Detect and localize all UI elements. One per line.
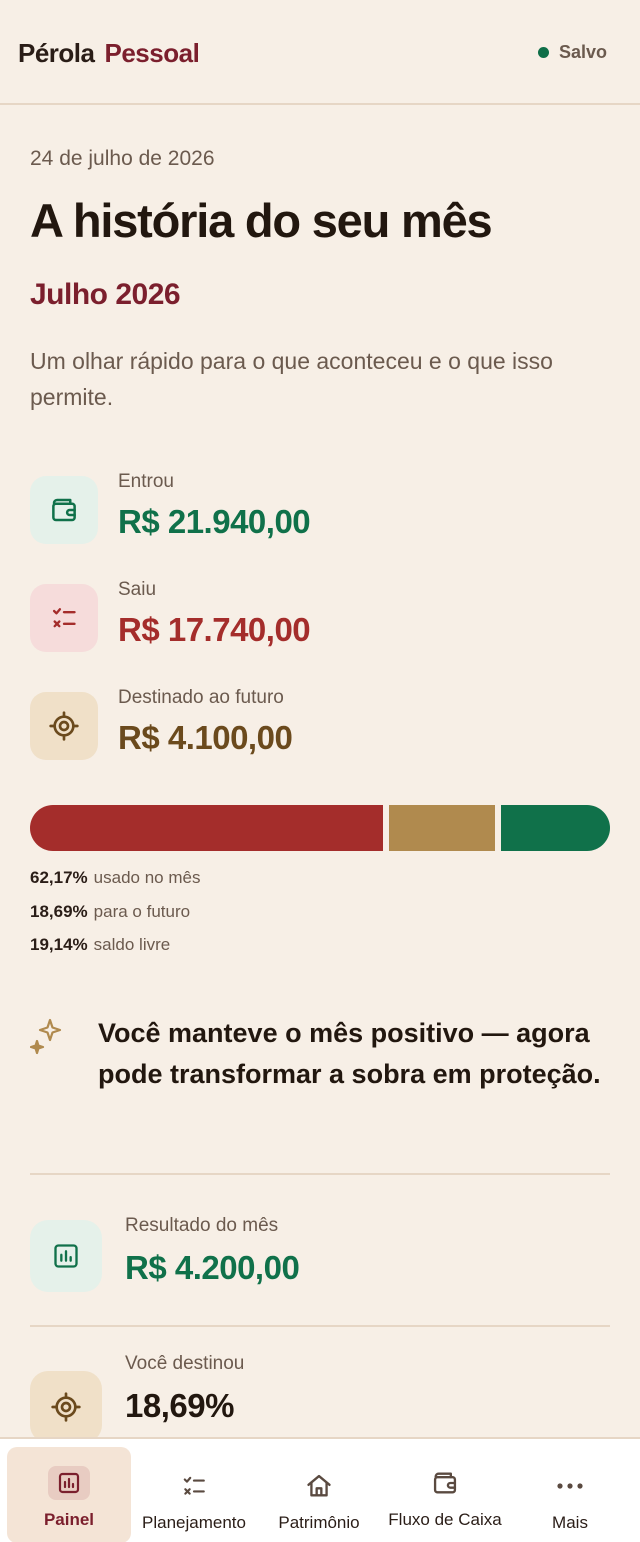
save-status-label: Salvo bbox=[558, 42, 607, 62]
nav-item-painel[interactable]: Painel bbox=[7, 1447, 131, 1542]
sparkle-icon bbox=[29, 1017, 64, 1060]
distribution-segment-used bbox=[30, 805, 384, 851]
divider bbox=[30, 1173, 610, 1175]
detail-destined: Você destinou 18,69% bbox=[30, 1353, 610, 1443]
page-subtitle: Um olhar rápido para o que aconteceu e o… bbox=[30, 348, 553, 410]
checklist-icon bbox=[173, 1469, 215, 1503]
target-icon bbox=[30, 692, 98, 760]
legend-future-pct: 18,69% bbox=[30, 901, 88, 921]
stat-income-value: R$ 21.940,00 bbox=[118, 503, 311, 540]
legend-row-future: 18,69% para o futuro bbox=[30, 902, 200, 936]
nav-item-mais[interactable]: Mais bbox=[508, 1447, 632, 1542]
distribution-segment-free bbox=[501, 805, 610, 851]
nav-item-planejamento[interactable]: Planejamento bbox=[132, 1447, 256, 1542]
wallet-icon bbox=[30, 476, 98, 544]
stat-income: Entrou R$ 21.940,00 bbox=[30, 471, 610, 551]
nav-item-label: Painel bbox=[43, 1510, 95, 1529]
checklist-icon bbox=[30, 584, 98, 652]
detail-destined-label: Você destinou bbox=[125, 1353, 245, 1374]
detail-month-result-label: Resultado do mês bbox=[125, 1215, 279, 1236]
legend-used-label: usado no mês bbox=[93, 868, 201, 887]
save-status: Salvo bbox=[537, 42, 607, 63]
app-header: Pérola Pessoal Salvo bbox=[0, 0, 640, 105]
legend-used-pct: 62,17% bbox=[30, 868, 88, 887]
target-icon bbox=[30, 1371, 102, 1443]
bottom-navigation: Painel Planejamento Patrimônio Fluxo de … bbox=[0, 1437, 640, 1542]
legend-row-used: 62,17% usado no mês bbox=[30, 868, 200, 902]
stat-expenses-value: R$ 17.740,00 bbox=[118, 611, 311, 648]
stat-expenses-label: Saiu bbox=[118, 579, 157, 600]
divider bbox=[30, 1325, 610, 1327]
stat-future: Destinado ao futuro R$ 4.100,00 bbox=[30, 687, 610, 767]
current-date: 24 de julho de 2026 bbox=[30, 147, 215, 170]
nav-item-label: Mais bbox=[552, 1513, 588, 1532]
nav-item-label: Planejamento bbox=[142, 1513, 246, 1532]
detail-month-result-value: R$ 4.200,00 bbox=[125, 1249, 300, 1286]
insight-text: Você manteve o mês positivo — agora pode… bbox=[98, 1018, 601, 1089]
stat-expenses: Saiu R$ 17.740,00 bbox=[30, 579, 610, 659]
distribution-legend: 62,17% usado no mês 18,69% para o futuro 1… bbox=[30, 868, 200, 969]
brand-name-second: Pessoal bbox=[104, 38, 200, 68]
legend-free-label: saldo livre bbox=[93, 935, 171, 954]
bar-chart-icon bbox=[48, 1466, 90, 1500]
nav-item-fluxo-de-caixa[interactable]: Fluxo de Caixa bbox=[383, 1447, 507, 1542]
bar-chart-icon bbox=[30, 1220, 102, 1292]
legend-future-label: para o futuro bbox=[93, 901, 191, 921]
detail-destined-value: 18,69% bbox=[125, 1387, 234, 1424]
brand-name-first: Pérola bbox=[18, 38, 95, 68]
nav-item-patrimonio[interactable]: Patrimônio bbox=[257, 1447, 381, 1542]
stat-future-value: R$ 4.100,00 bbox=[118, 719, 293, 756]
more-icon bbox=[549, 1469, 591, 1503]
legend-free-pct: 19,14% bbox=[30, 935, 88, 954]
home-icon bbox=[298, 1469, 340, 1503]
month-label[interactable]: Julho 2026 bbox=[30, 278, 181, 312]
status-dot-icon bbox=[537, 47, 549, 58]
legend-row-free: 19,14% saldo livre bbox=[30, 935, 200, 969]
nav-item-label: Patrimônio bbox=[278, 1513, 360, 1532]
distribution-segment-future bbox=[389, 805, 496, 851]
brand-logo[interactable]: Pérola Pessoal bbox=[18, 38, 200, 69]
stat-income-label: Entrou bbox=[118, 471, 174, 492]
detail-month-result: Resultado do mês R$ 4.200,00 bbox=[30, 1215, 610, 1295]
stat-future-label: Destinado ao futuro bbox=[118, 687, 284, 708]
nav-item-label: Fluxo de Caixa bbox=[388, 1510, 502, 1529]
distribution-bar bbox=[30, 805, 610, 851]
page-title: A história do seu mês bbox=[30, 194, 493, 247]
wallet-icon bbox=[424, 1466, 466, 1500]
